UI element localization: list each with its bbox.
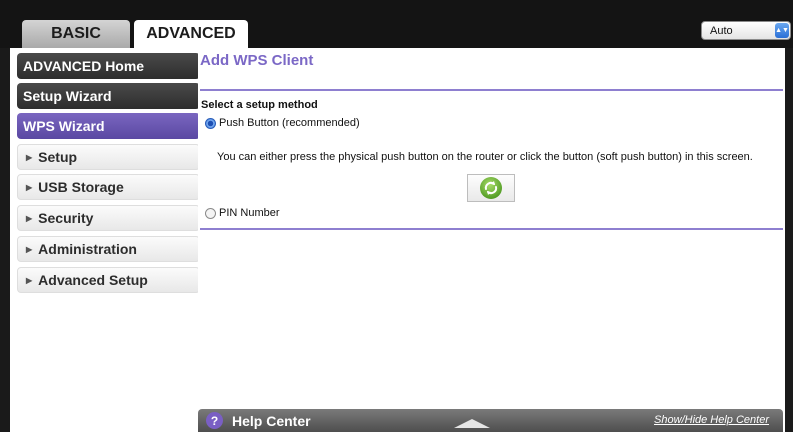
refresh-mode-value: Auto <box>710 24 733 37</box>
sidebar-item-label: USB Storage <box>38 179 124 195</box>
setup-method-label: Select a setup method <box>201 99 318 111</box>
sidebar: ADVANCED Home Setup Wizard WPS Wizard ▶ … <box>10 48 200 432</box>
pin-number-radio[interactable] <box>205 207 216 219</box>
main-panel: Add WPS Client Select a setup method Pus… <box>198 48 785 432</box>
tab-advanced[interactable]: ADVANCED <box>134 20 248 48</box>
push-button-description: You can either press the physical push b… <box>217 151 753 163</box>
sidebar-item-setup-wizard[interactable]: Setup Wizard <box>17 83 200 109</box>
expand-triangle-icon: ▶ <box>26 275 33 285</box>
sidebar-item-advanced-setup[interactable]: ▶ Advanced Setup <box>17 267 200 293</box>
tab-basic[interactable]: BASIC <box>22 20 130 48</box>
help-center-label: Help Center <box>232 413 311 429</box>
push-button-radio[interactable] <box>205 117 216 129</box>
sidebar-item-setup[interactable]: ▶ Setup <box>17 144 200 170</box>
sidebar-item-security[interactable]: ▶ Security <box>17 205 200 231</box>
sidebar-item-label: Security <box>38 210 94 226</box>
expand-arrow-icon[interactable] <box>454 419 490 428</box>
wps-push-button[interactable] <box>467 174 515 202</box>
top-bar: BASIC ADVANCED Auto ▲▼ <box>0 0 793 48</box>
sidebar-item-advanced-home[interactable]: ADVANCED Home <box>17 53 200 79</box>
expand-triangle-icon: ▶ <box>26 244 33 254</box>
pin-number-label: PIN Number <box>219 207 280 219</box>
title-divider <box>200 89 783 91</box>
select-arrows-icon: ▲▼ <box>775 23 789 38</box>
push-button-option[interactable]: Push Button (recommended) <box>205 117 360 129</box>
sidebar-item-label: Advanced Setup <box>38 272 148 288</box>
sidebar-item-wps-wizard[interactable]: WPS Wizard <box>17 113 200 139</box>
refresh-mode-select[interactable]: Auto ▲▼ <box>701 21 791 40</box>
wps-push-icon <box>480 177 502 199</box>
section-divider <box>200 228 783 230</box>
show-hide-help-link[interactable]: Show/Hide Help Center <box>654 414 769 426</box>
help-center-bar[interactable]: ? Help Center Show/Hide Help Center <box>198 409 783 432</box>
push-button-label: Push Button (recommended) <box>219 117 360 129</box>
sidebar-item-label: Setup <box>38 149 78 165</box>
page-title: Add WPS Client <box>200 52 314 69</box>
pin-number-option[interactable]: PIN Number <box>205 207 280 219</box>
expand-triangle-icon: ▶ <box>26 213 33 223</box>
sidebar-item-administration[interactable]: ▶ Administration <box>17 236 200 262</box>
expand-triangle-icon: ▶ <box>26 182 33 192</box>
help-question-icon: ? <box>206 412 223 429</box>
sidebar-item-label: Setup Wizard <box>23 88 112 104</box>
sidebar-item-label: Administration <box>38 241 137 257</box>
sidebar-item-usb-storage[interactable]: ▶ USB Storage <box>17 174 200 200</box>
expand-triangle-icon: ▶ <box>26 152 33 162</box>
sidebar-item-label: WPS Wizard <box>23 118 105 134</box>
sidebar-item-label: ADVANCED Home <box>23 58 145 74</box>
